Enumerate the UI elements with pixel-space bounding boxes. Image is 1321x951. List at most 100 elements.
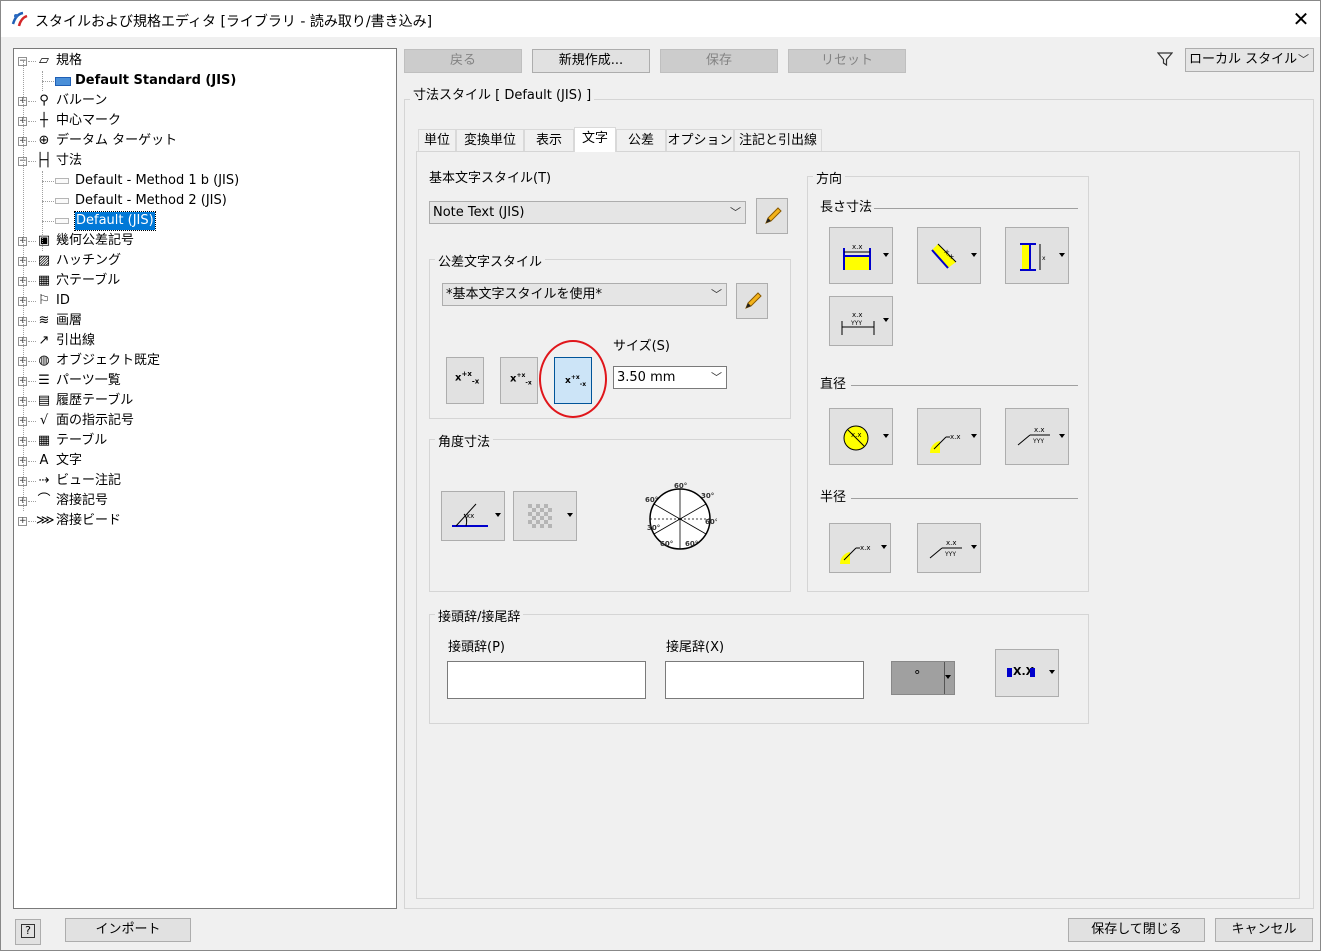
direction-label: 方向 <box>813 168 846 187</box>
tab-0[interactable]: 単位 <box>418 129 456 151</box>
diameter-leader-button[interactable]: x.x <box>917 408 981 465</box>
radius-leader-button[interactable]: x.x <box>829 523 891 573</box>
pencil-icon <box>762 205 784 231</box>
tree-item[interactable]: + ▨ ハッチング <box>14 251 394 271</box>
style-filter-select[interactable]: ローカル スタイル ﹀ <box>1185 48 1314 72</box>
linear-horizontal-icon: x.x <box>840 240 876 276</box>
diameter-inside-button[interactable]: x.x <box>829 408 893 465</box>
tree-item[interactable]: + ▦ テーブル <box>14 431 394 451</box>
diameter-stacked-button[interactable]: x.x YYY <box>1005 408 1069 465</box>
tolerance-text-style-select[interactable]: *基本文字スタイルを使用* ﹀ <box>442 283 727 306</box>
caret-down-icon <box>1049 670 1055 674</box>
tree-item[interactable]: + ≋ 画層 <box>14 311 394 331</box>
tree-item-label: ID <box>56 293 70 308</box>
prefix-input[interactable] <box>447 661 646 699</box>
primary-text-style-select[interactable]: Note Text (JIS) ﹀ <box>429 201 746 224</box>
tree-item[interactable]: + ☰ パーツ一覧 <box>14 371 394 391</box>
linear-stacked-button[interactable]: x.x YYY <box>829 296 893 346</box>
tree-item[interactable]: Default (JIS) <box>14 211 394 231</box>
tab-3[interactable]: 文字 <box>574 127 616 152</box>
tab-4[interactable]: 公差 <box>616 129 666 151</box>
tree-item[interactable]: + ┼ 中心マーク <box>14 111 394 131</box>
edit-tolerance-style-button[interactable] <box>736 283 768 319</box>
tree-item[interactable]: + ◍ オブジェクト既定 <box>14 351 394 371</box>
view-annotation-icon: ⇢ <box>38 473 50 488</box>
tree-item-label: 幾何公差記号 <box>56 233 135 248</box>
tree-item-label: ハッチング <box>56 253 122 268</box>
save-button[interactable]: 保存 <box>660 49 778 73</box>
help-button[interactable]: ? <box>15 919 41 945</box>
tolerance-medium-button[interactable]: x+x-x <box>500 357 538 404</box>
tolerance-stacked-button[interactable]: x+x-x <box>446 357 484 404</box>
tab-6[interactable]: 注記と引出線 <box>734 129 822 151</box>
tree-item-label: 寸法 <box>56 153 83 168</box>
angle-dial-preview: 60° 30° 60° 60° 60° 30° 60° <box>643 482 718 554</box>
reset-button[interactable]: リセット <box>788 49 906 73</box>
linear-horizontal-button[interactable]: x.x <box>829 227 893 284</box>
degree-symbol-icon: ° <box>914 669 921 684</box>
tree-item[interactable]: + ⋙ 溶接ビード <box>14 511 394 531</box>
tab-5[interactable]: オプション <box>666 129 734 151</box>
close-icon[interactable]: ✕ <box>1289 7 1313 31</box>
tree-connector <box>23 61 24 511</box>
angle-text-icon: xx <box>450 500 490 536</box>
angle-dial-label: 60° <box>685 540 698 548</box>
tree-item[interactable]: + ⇢ ビュー注記 <box>14 471 394 491</box>
caret-down-icon <box>567 513 573 517</box>
tree-item[interactable]: − ├┤ 寸法 <box>14 151 394 171</box>
caret-down-icon <box>883 252 889 257</box>
suffix-input[interactable] <box>665 661 864 699</box>
svg-text:YYY: YYY <box>944 551 956 558</box>
tree-item[interactable]: + A 文字 <box>14 451 394 471</box>
tree-connector <box>28 461 36 462</box>
tree-item[interactable]: Default Standard (JIS) <box>14 71 394 91</box>
checker-icon <box>528 504 552 532</box>
tree-item[interactable]: Default - Method 2 (JIS) <box>14 191 394 211</box>
expand-icon[interactable]: + <box>18 517 27 526</box>
tree-item-label: 規格 <box>56 53 83 68</box>
tab-2[interactable]: 表示 <box>524 129 574 151</box>
svg-text:x.x: x.x <box>852 243 863 251</box>
save-and-close-button[interactable]: 保存して閉じる <box>1068 918 1205 942</box>
angle-dial-label: 60° <box>674 482 687 490</box>
tree-item[interactable]: + ⌒ 溶接記号 <box>14 491 394 511</box>
tree-connector <box>42 171 43 251</box>
tree-item[interactable]: + ↗ 引出線 <box>14 331 394 351</box>
tree-item[interactable]: + √ 面の指示記号 <box>14 411 394 431</box>
caret-down-icon <box>971 433 977 438</box>
window-title: スタイルおよび規格エディタ [ライブラリ - 読み取り/書き込み] <box>35 14 433 30</box>
cancel-button[interactable]: キャンセル <box>1215 918 1313 942</box>
tree-item[interactable]: + ⚐ ID <box>14 291 394 311</box>
style-filter-value: ローカル スタイル <box>1189 52 1298 67</box>
tolerance-text-style-value: *基本文字スタイルを使用* <box>446 287 603 302</box>
tree-connector <box>42 201 54 202</box>
diameter-label: 直径 <box>820 377 847 392</box>
tree-item[interactable]: + ⚲ バルーン <box>14 91 394 111</box>
hatch-icon: ▨ <box>37 253 51 268</box>
filter-icon <box>1156 51 1174 67</box>
table-icon: ▦ <box>37 433 51 448</box>
tab-1[interactable]: 変換単位 <box>456 129 524 151</box>
size-select[interactable]: 3.50 mm ﹀ <box>613 366 727 389</box>
diameter-leader-icon: x.x <box>928 423 964 457</box>
tree-item[interactable]: + ▣ 幾何公差記号 <box>14 231 394 251</box>
tree-item[interactable]: Default - Method 1 b (JIS) <box>14 171 394 191</box>
angular-text-orientation-button[interactable]: xx <box>441 491 505 541</box>
text-format-button[interactable]: X.X <box>995 649 1059 697</box>
import-button[interactable]: インポート <box>65 918 191 942</box>
linear-vertical-button[interactable]: x <box>1005 227 1069 284</box>
style-tree[interactable]: − ▱ 規格 Default Standard (JIS) + ⚲ バルーン + ┼ 中心マーク +… <box>13 48 397 909</box>
radius-stacked-button[interactable]: x.x YYY <box>917 523 981 573</box>
tree-item[interactable]: + ⊕ データム ターゲット <box>14 131 394 151</box>
tree-item[interactable]: + ▤ 履歴テーブル <box>14 391 394 411</box>
edit-text-style-button[interactable] <box>756 198 788 234</box>
tree-item[interactable]: − ▱ 規格 <box>14 51 394 71</box>
tree-connector <box>28 381 36 382</box>
back-button[interactable]: 戻る <box>404 49 522 73</box>
insert-symbol-button[interactable]: ° <box>891 661 955 695</box>
tree-item[interactable]: + ▦ 穴テーブル <box>14 271 394 291</box>
prefix-label: 接頭辞(P) <box>448 640 505 655</box>
linear-aligned-button[interactable]: x.x <box>917 227 981 284</box>
angular-format-button[interactable] <box>513 491 577 541</box>
new-button[interactable]: 新規作成... <box>532 49 650 73</box>
